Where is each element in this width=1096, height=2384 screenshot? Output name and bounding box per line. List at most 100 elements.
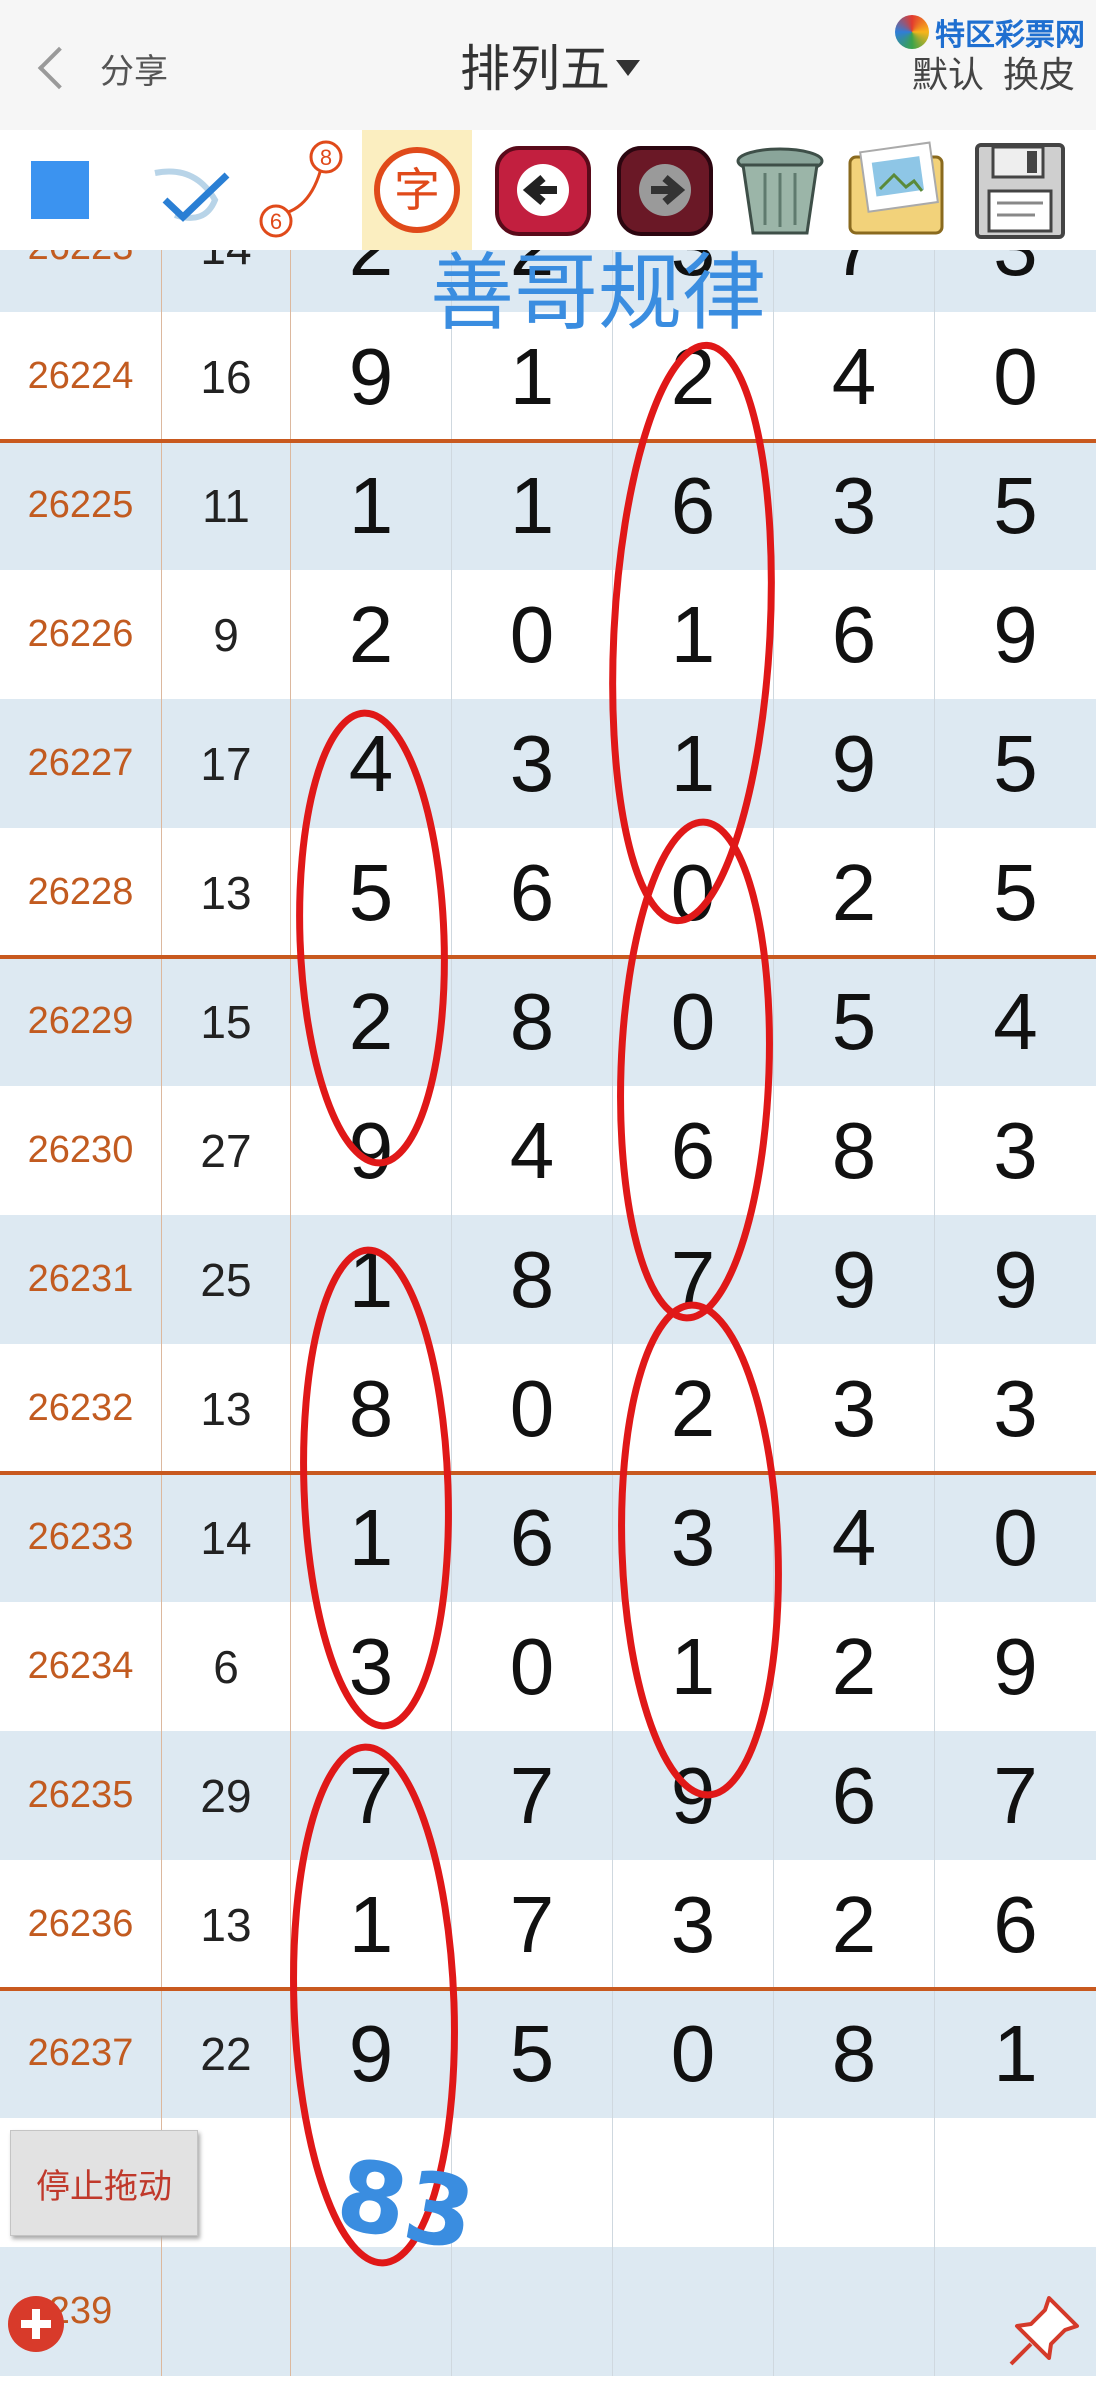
- digit-cell[interactable]: 5: [452, 1989, 613, 2118]
- digit-cell[interactable]: 9: [774, 1215, 935, 1344]
- digit-cell[interactable]: 9: [774, 699, 935, 828]
- photo-album-button[interactable]: [840, 130, 950, 250]
- digit-cell[interactable]: [774, 2247, 935, 2376]
- digit-cell[interactable]: 2: [452, 250, 613, 312]
- digit-cell[interactable]: 1: [613, 570, 774, 699]
- digit-cell[interactable]: 3: [452, 699, 613, 828]
- digit-cell[interactable]: 7: [452, 1731, 613, 1860]
- digit-cell[interactable]: 7: [291, 1731, 452, 1860]
- digit-cell[interactable]: 1: [291, 1473, 452, 1602]
- digit-cell[interactable]: 1: [291, 441, 452, 570]
- digit-cell[interactable]: [613, 2118, 774, 2247]
- redo-button[interactable]: [610, 130, 720, 250]
- skin-default-button[interactable]: 默认: [912, 46, 984, 98]
- digit-cell[interactable]: 3: [935, 1086, 1096, 1215]
- digit-cell[interactable]: 5: [935, 699, 1096, 828]
- digit-cell[interactable]: 9: [935, 570, 1096, 699]
- digit-cell[interactable]: 0: [935, 312, 1096, 441]
- add-row-button[interactable]: [8, 2296, 64, 2352]
- digit-cell[interactable]: 4: [774, 312, 935, 441]
- lottery-type-dropdown[interactable]: 排列五: [400, 30, 700, 100]
- connect-line-button[interactable]: 8 6: [250, 130, 360, 250]
- digit-cell[interactable]: 7: [452, 1860, 613, 1989]
- digit-cell[interactable]: 6: [774, 570, 935, 699]
- digit-cell[interactable]: 1: [291, 1860, 452, 1989]
- digit-cell[interactable]: 3: [935, 250, 1096, 312]
- back-share-button[interactable]: 分享: [30, 38, 180, 98]
- stop-drag-button[interactable]: 停止拖动: [10, 2130, 198, 2236]
- digit-cell[interactable]: 3: [935, 1344, 1096, 1473]
- digit-cell[interactable]: [774, 2118, 935, 2247]
- digit-cell[interactable]: 1: [452, 312, 613, 441]
- skin-change-button[interactable]: 换皮: [1003, 46, 1075, 98]
- digit-cell[interactable]: 1: [613, 1602, 774, 1731]
- digit-cell[interactable]: 6: [452, 828, 613, 957]
- save-button[interactable]: [965, 130, 1075, 250]
- digit-cell[interactable]: 5: [291, 828, 452, 957]
- digit-cell[interactable]: 1: [613, 699, 774, 828]
- digit-cell[interactable]: 0: [452, 570, 613, 699]
- digit-cell[interactable]: 3: [613, 1860, 774, 1989]
- digit-cell[interactable]: 8: [291, 1344, 452, 1473]
- digit-cell[interactable]: 9: [291, 1086, 452, 1215]
- digit-cell[interactable]: 7: [935, 1731, 1096, 1860]
- digit-cell[interactable]: 2: [291, 957, 452, 1086]
- digit-cell[interactable]: 4: [452, 1086, 613, 1215]
- digit-cell[interactable]: 8: [452, 1215, 613, 1344]
- digit-cell[interactable]: 2: [613, 312, 774, 441]
- digit-cell[interactable]: [613, 2247, 774, 2376]
- digit-cell[interactable]: 0: [613, 828, 774, 957]
- digit-cell[interactable]: 9: [935, 1602, 1096, 1731]
- text-tool-button[interactable]: 字: [362, 130, 472, 250]
- pin-icon[interactable]: [1005, 2290, 1085, 2370]
- digit-cell[interactable]: [291, 2118, 452, 2247]
- digit-cell[interactable]: 0: [935, 1473, 1096, 1602]
- digit-cell[interactable]: [452, 2118, 613, 2247]
- digit-cell[interactable]: 5: [935, 441, 1096, 570]
- digit-cell[interactable]: 9: [291, 1989, 452, 2118]
- pen-tool-button[interactable]: [135, 130, 245, 250]
- digit-cell[interactable]: 0: [613, 1989, 774, 2118]
- digit-cell[interactable]: 3: [291, 1602, 452, 1731]
- digit-cell[interactable]: 5: [774, 957, 935, 1086]
- digit-cell[interactable]: 2: [291, 570, 452, 699]
- digit-cell[interactable]: 8: [774, 1086, 935, 1215]
- digit-cell[interactable]: 7: [613, 1215, 774, 1344]
- digit-cell[interactable]: 2: [774, 828, 935, 957]
- digit-cell[interactable]: [935, 2118, 1096, 2247]
- digit-cell[interactable]: 6: [613, 441, 774, 570]
- digit-cell[interactable]: [291, 2247, 452, 2376]
- digit-cell[interactable]: 4: [774, 1473, 935, 1602]
- digit-cell[interactable]: 1: [452, 441, 613, 570]
- digit-cell[interactable]: 8: [452, 957, 613, 1086]
- digit-cell[interactable]: 7: [774, 250, 935, 312]
- digit-cell[interactable]: 2: [774, 1602, 935, 1731]
- digit-cell[interactable]: 3: [774, 1344, 935, 1473]
- digit-cell[interactable]: 0: [613, 957, 774, 1086]
- digit-cell[interactable]: 8: [774, 1989, 935, 2118]
- clear-trash-button[interactable]: [725, 130, 835, 250]
- digit-cell[interactable]: 1: [291, 1215, 452, 1344]
- color-picker-button[interactable]: [5, 130, 115, 250]
- digit-cell[interactable]: 6: [935, 1860, 1096, 1989]
- digit-cell[interactable]: 5: [935, 828, 1096, 957]
- digit-cell[interactable]: 3: [613, 250, 774, 312]
- digit-cell[interactable]: 9: [291, 312, 452, 441]
- digit-cell[interactable]: [452, 2247, 613, 2376]
- digit-cell[interactable]: 6: [774, 1731, 935, 1860]
- digit-cell[interactable]: 6: [452, 1473, 613, 1602]
- digit-cell[interactable]: 3: [613, 1473, 774, 1602]
- digit-cell[interactable]: 3: [774, 441, 935, 570]
- digit-cell[interactable]: 2: [291, 250, 452, 312]
- digit-cell[interactable]: 2: [613, 1344, 774, 1473]
- digit-cell[interactable]: 9: [935, 1215, 1096, 1344]
- digit-cell[interactable]: 6: [613, 1086, 774, 1215]
- digit-cell[interactable]: 9: [613, 1731, 774, 1860]
- digit-cell[interactable]: 4: [291, 699, 452, 828]
- digit-cell[interactable]: 2: [774, 1860, 935, 1989]
- digit-cell[interactable]: 0: [452, 1344, 613, 1473]
- digit-cell[interactable]: 4: [935, 957, 1096, 1086]
- digit-cell[interactable]: 1: [935, 1989, 1096, 2118]
- digit-cell[interactable]: 0: [452, 1602, 613, 1731]
- undo-button[interactable]: [488, 130, 598, 250]
